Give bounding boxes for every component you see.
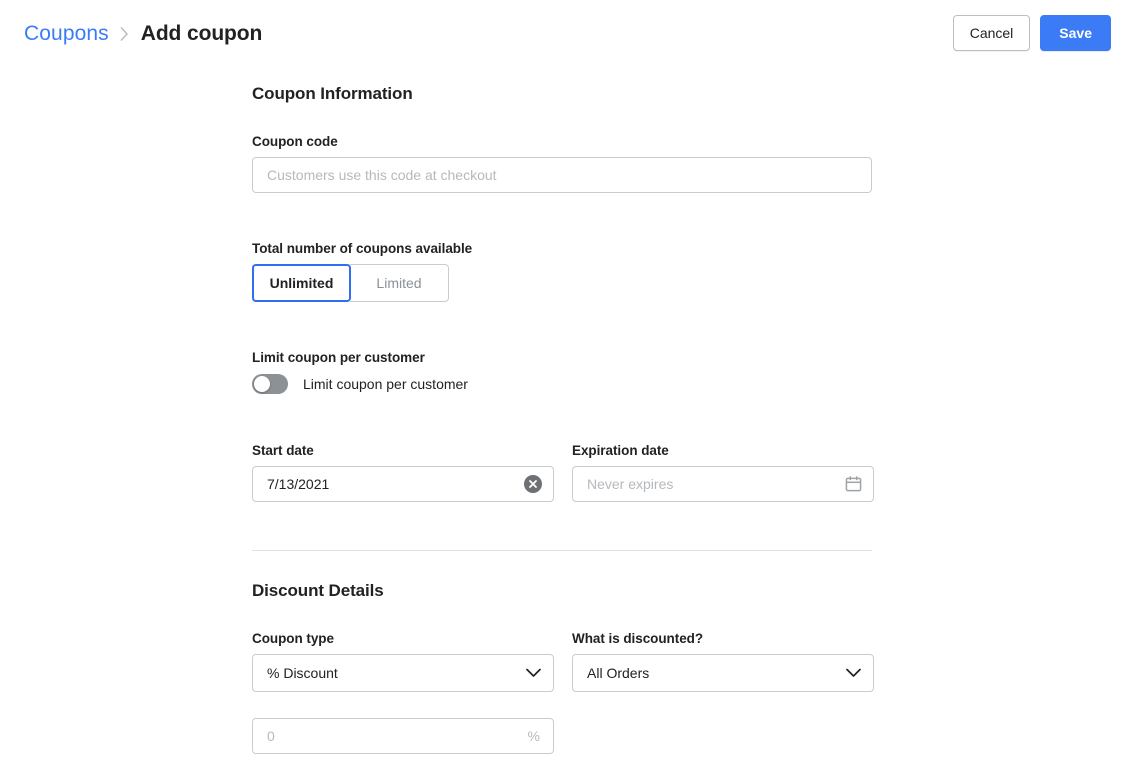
dates-row: Start date Expiration date: [252, 443, 872, 502]
toggle-knob: [254, 376, 270, 392]
save-button[interactable]: Save: [1040, 15, 1111, 51]
clear-circle-icon[interactable]: [524, 475, 542, 493]
form-content: Coupon Information Coupon code Total num…: [252, 84, 872, 754]
add-coupon-page: Coupons Add coupon Cancel Save Coupon In…: [0, 0, 1129, 768]
field-total-number: Total number of coupons available Unlimi…: [252, 241, 872, 302]
topbar-actions: Cancel Save: [953, 15, 1111, 51]
coupon-type-select[interactable]: % Discount: [252, 654, 554, 692]
chevron-right-icon: [119, 26, 131, 42]
what-is-discounted-select[interactable]: All Orders: [572, 654, 874, 692]
expiration-date-input[interactable]: [572, 466, 874, 502]
discount-amount-input[interactable]: [252, 718, 554, 754]
field-coupon-type: Coupon type % Discount: [252, 631, 554, 692]
discount-selects-row: Coupon type % Discount What is discounte…: [252, 631, 872, 692]
page-title: Add coupon: [141, 22, 262, 46]
field-coupon-code: Coupon code: [252, 134, 872, 193]
start-date-input[interactable]: [252, 466, 554, 502]
label-what-is-discounted: What is discounted?: [572, 631, 874, 646]
discount-amount-spacer: [572, 718, 874, 754]
discount-amount-row: %: [252, 718, 872, 754]
top-bar: Coupons Add coupon Cancel Save: [0, 0, 1129, 66]
limit-per-customer-toggle[interactable]: [252, 374, 288, 394]
label-limit-per-customer: Limit coupon per customer: [252, 350, 872, 365]
expiration-date-input-wrap: [572, 466, 874, 502]
coupon-code-input[interactable]: [252, 157, 872, 193]
label-coupon-code: Coupon code: [252, 134, 872, 149]
field-expiration-date: Expiration date: [572, 443, 874, 502]
segmented-total-number: Unlimited Limited: [252, 264, 449, 302]
limit-per-customer-row: Limit coupon per customer: [252, 373, 872, 395]
segment-limited[interactable]: Limited: [350, 264, 449, 302]
breadcrumb-link-coupons[interactable]: Coupons: [24, 22, 109, 46]
section-title-coupon-information: Coupon Information: [252, 84, 872, 104]
field-limit-per-customer: Limit coupon per customer Limit coupon p…: [252, 350, 872, 395]
field-what-is-discounted: What is discounted? All Orders: [572, 631, 874, 692]
start-date-input-wrap: [252, 466, 554, 502]
label-expiration-date: Expiration date: [572, 443, 874, 458]
field-discount-amount: %: [252, 718, 554, 754]
breadcrumb: Coupons Add coupon: [24, 20, 262, 48]
cancel-button[interactable]: Cancel: [953, 15, 1031, 51]
segment-unlimited[interactable]: Unlimited: [252, 264, 351, 302]
percent-suffix: %: [528, 728, 540, 744]
label-start-date: Start date: [252, 443, 554, 458]
coupon-type-select-wrap: % Discount: [252, 654, 554, 692]
discount-amount-input-wrap: %: [252, 718, 554, 754]
calendar-icon[interactable]: [845, 476, 862, 493]
section-title-discount-details: Discount Details: [252, 581, 872, 601]
label-total-number: Total number of coupons available: [252, 241, 872, 256]
field-start-date: Start date: [252, 443, 554, 502]
what-is-discounted-select-wrap: All Orders: [572, 654, 874, 692]
limit-per-customer-toggle-label: Limit coupon per customer: [303, 376, 468, 392]
label-coupon-type: Coupon type: [252, 631, 554, 646]
